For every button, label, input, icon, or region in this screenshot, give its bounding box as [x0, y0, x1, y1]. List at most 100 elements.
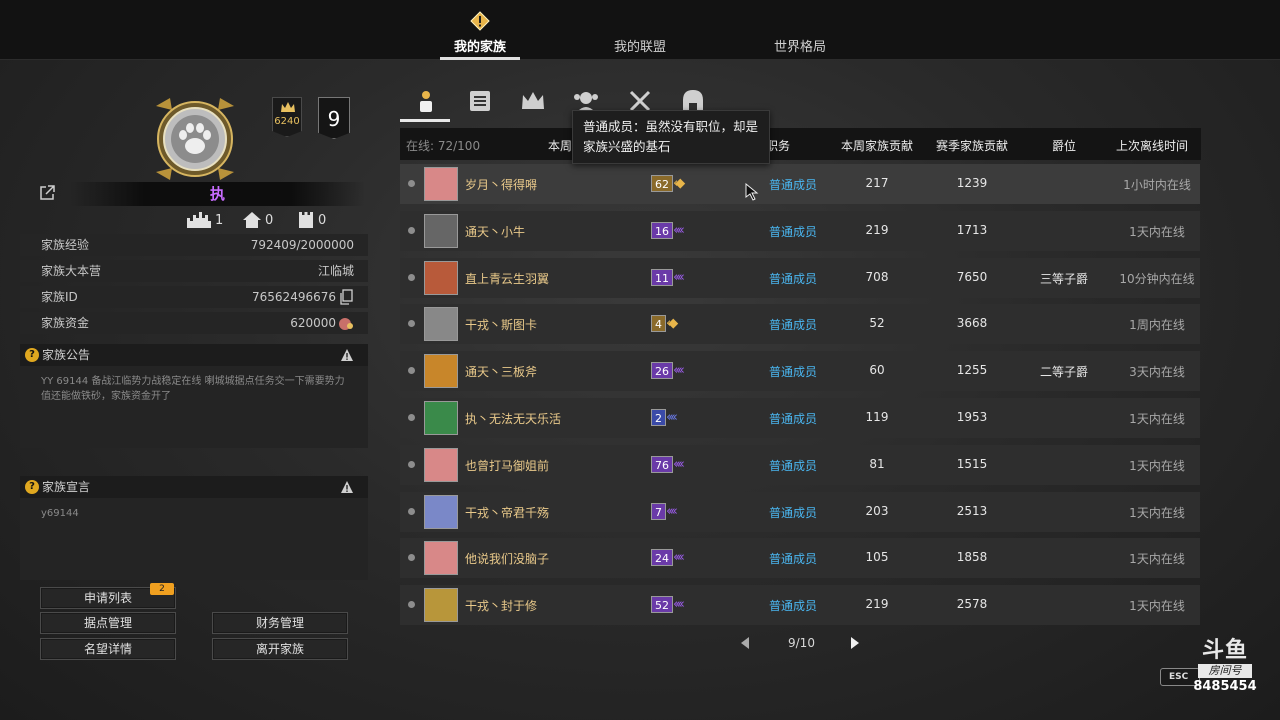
house-icon — [243, 212, 261, 228]
level-number: 2 — [651, 409, 666, 426]
help-icon[interactable]: ? — [25, 480, 39, 494]
member-name[interactable]: 直上青云生羽翼 — [465, 270, 549, 287]
avatar[interactable] — [424, 354, 458, 389]
avatar[interactable] — [424, 213, 458, 248]
rank-chevron-icon: ‹‹‹‹ — [666, 410, 678, 425]
tower-count: 0 — [318, 212, 327, 228]
tab-world-situation[interactable]: 世界格局 — [774, 36, 826, 55]
finance-management-button[interactable]: 财务管理 — [212, 612, 348, 634]
member-name[interactable]: 执丶无法无天乐活 — [465, 410, 561, 427]
member-role[interactable]: 普通成员 — [769, 410, 817, 427]
avatar[interactable] — [424, 541, 458, 576]
member-name[interactable]: 也曾打马御姐前 — [465, 457, 549, 474]
level-badge: 4 ‹◆ — [651, 315, 678, 333]
member-role[interactable]: 普通成员 — [769, 550, 817, 567]
count-house: 0 — [243, 212, 273, 228]
family-rank-score: 6240 — [274, 116, 300, 127]
reputation-details-button[interactable]: 名望详情 — [40, 638, 176, 660]
level-number: 62 — [651, 175, 673, 192]
role-tooltip: 普通成员：虽然没有职位，却是家族兴盛的基石 — [572, 110, 770, 164]
avatar[interactable] — [424, 401, 458, 435]
crown-icon — [281, 102, 295, 112]
member-row[interactable]: 干戎丶斯图卡 4 ‹◆ 普通成员 52 3668 1周内在线 — [400, 304, 1200, 345]
avatar[interactable] — [424, 588, 458, 623]
crown-category-icon[interactable] — [520, 88, 546, 114]
copy-icon[interactable] — [338, 289, 354, 305]
info-value: 792409/2000000 — [250, 238, 354, 252]
col-title[interactable]: 爵位 — [1052, 137, 1076, 154]
last-online: 1天内在线 — [1129, 224, 1185, 239]
member-row[interactable]: 执丶无法无天乐活 2 ‹‹‹‹ 普通成员 119 1953 1天内在线 — [400, 398, 1200, 438]
level-number: 16 — [651, 221, 673, 239]
online-status-dot — [408, 367, 415, 375]
member-row[interactable]: 他说我们没脑子 24 ‹‹‹‹ 普通成员 105 1858 1天内在线 — [400, 538, 1200, 579]
level-badge: 24 ‹‹‹‹ — [651, 549, 685, 567]
member-name[interactable]: 通天丶小牛 — [465, 223, 525, 240]
stronghold-management-button[interactable]: 据点管理 — [40, 612, 176, 634]
info-key: 家族ID — [41, 290, 78, 304]
member-row[interactable]: 也曾打马御姐前 76 ‹‹‹‹ 普通成员 81 1515 1天内在线 — [400, 444, 1200, 485]
tab-my-family[interactable]: 我的家族 — [454, 36, 506, 55]
week-contribution: 52 — [869, 316, 885, 331]
level-badge: 2 ‹‹‹‹ — [651, 409, 678, 426]
help-icon[interactable]: ? — [25, 348, 39, 362]
external-link-icon[interactable] — [38, 184, 56, 202]
member-row[interactable]: 直上青云生羽翼 11 ‹‹‹‹ 普通成员 708 7650 三等子爵 10分钟内在线 — [400, 257, 1200, 298]
member-name[interactable]: 他说我们没脑子 — [465, 550, 549, 567]
member-name[interactable]: 干戎丶封于修 — [465, 597, 537, 614]
member-role[interactable]: 普通成员 — [769, 270, 817, 287]
member-role[interactable]: 普通成员 — [769, 363, 817, 380]
member-role[interactable]: 普通成员 — [769, 176, 817, 193]
level-number: 4 — [651, 315, 666, 333]
member-row[interactable]: 干戎丶帝君千殇 7 ‹‹‹‹ 普通成员 203 2513 1天内在线 — [400, 491, 1200, 532]
member-role[interactable]: 普通成员 — [769, 504, 817, 521]
next-page-icon[interactable] — [848, 636, 862, 650]
tower-icon — [299, 212, 313, 228]
rank-chevron-icon: ‹‹‹‹ — [673, 363, 685, 379]
member-table-header: 在线: 72/100 本周 职务 本周家族贡献 赛季家族贡献 爵位 上次离线时间 — [400, 128, 1201, 160]
count-castle: 1 — [187, 212, 223, 228]
avatar[interactable] — [424, 307, 458, 342]
leave-family-button[interactable]: 离开家族 — [212, 638, 348, 660]
family-level-badge: 9 — [318, 97, 350, 139]
member-role[interactable]: 普通成员 — [769, 316, 817, 333]
member-name[interactable]: 岁月丶得得嘚 — [465, 176, 537, 193]
col-week[interactable]: 本周 — [548, 137, 572, 154]
season-contribution: 1239 — [956, 176, 988, 190]
member-role[interactable]: 普通成员 — [769, 597, 817, 614]
warning-icon[interactable] — [340, 480, 354, 494]
member-row[interactable]: 岁月丶得得嘚 62 ‹◆ 普通成员 217 1239 1小时内在线 — [400, 164, 1200, 204]
member-category-icon[interactable] — [413, 88, 439, 114]
rank-chevron-icon: ‹◆ — [673, 176, 685, 191]
tab-my-alliance[interactable]: 我的联盟 — [614, 36, 666, 55]
member-role[interactable]: 普通成员 — [769, 223, 817, 240]
avatar[interactable] — [424, 260, 458, 295]
scroll-category-icon[interactable] — [467, 88, 493, 114]
rank-chevron-icon: ‹‹‹‹ — [673, 222, 685, 238]
avatar[interactable] — [424, 494, 458, 529]
week-contribution: 203 — [865, 503, 889, 518]
member-title: 二等子爵 — [1039, 365, 1089, 380]
prev-page-icon[interactable] — [738, 636, 752, 650]
category-underline — [400, 119, 450, 122]
col-week-contribution[interactable]: 本周家族贡献 — [841, 137, 913, 154]
col-last-online[interactable]: 上次离线时间 — [1116, 137, 1188, 154]
rank-chevron-icon: ‹◆ — [666, 316, 678, 332]
warning-icon[interactable] — [340, 348, 354, 362]
member-name[interactable]: 干戎丶斯图卡 — [465, 316, 537, 333]
member-row[interactable]: 干戎丶封于修 52 ‹‹‹‹ 普通成员 219 2578 1天内在线 — [400, 585, 1200, 626]
last-online: 1天内在线 — [1129, 458, 1185, 473]
col-season-contribution[interactable]: 赛季家族贡献 — [936, 137, 1008, 154]
member-row[interactable]: 通天丶三板斧 26 ‹‹‹‹ 普通成员 60 1255 二等子爵 3天内在线 — [400, 351, 1200, 392]
avatar[interactable] — [424, 167, 458, 201]
member-name[interactable]: 通天丶三板斧 — [465, 363, 537, 380]
level-number: 11 — [651, 268, 673, 286]
member-role[interactable]: 普通成员 — [769, 457, 817, 474]
season-contribution: 2578 — [956, 597, 988, 612]
week-contribution: 217 — [865, 176, 889, 190]
avatar[interactable] — [424, 447, 458, 482]
member-name[interactable]: 干戎丶帝君千殇 — [465, 504, 549, 521]
declaration-text: y69144 — [41, 508, 79, 519]
member-row[interactable]: 通天丶小牛 16 ‹‹‹‹ 普通成员 219 1713 1天内在线 — [400, 210, 1200, 251]
last-online: 1天内在线 — [1129, 552, 1185, 567]
